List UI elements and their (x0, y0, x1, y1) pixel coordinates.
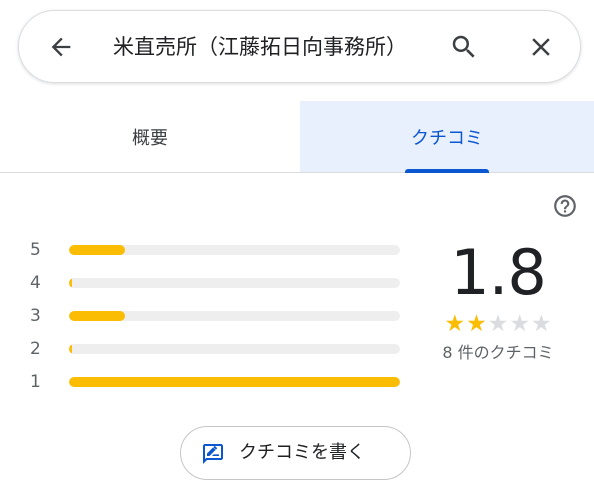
tab-overview[interactable]: 概要 (0, 101, 300, 172)
write-review-label: クチコミを書く (239, 442, 365, 463)
star-filled-icon: ★ (466, 311, 487, 337)
search-icon (452, 35, 475, 58)
histogram-bar (69, 377, 400, 387)
clear-search-button[interactable] (521, 27, 561, 67)
star-empty-icon: ★ (487, 311, 509, 337)
rate-review-icon (203, 444, 223, 464)
star-empty-icon: ★ (530, 311, 552, 337)
help-circle-icon (554, 195, 576, 217)
tab-reviews-label: クチコミ (411, 127, 483, 149)
place-reviews-panel: 米直売所（江藤拓日向事務所） 概要 クチコミ 5 4 3 2 1 1.8 ★ ★… (0, 0, 594, 504)
search-input[interactable]: 米直売所（江藤拓日向事務所） (113, 32, 443, 62)
histogram-track (69, 278, 400, 288)
histogram-track (69, 344, 400, 354)
histogram-star-label: 5 (30, 240, 41, 260)
histogram-star-label: 4 (30, 273, 41, 293)
arrow-back-icon (51, 37, 71, 57)
histogram-bar (69, 311, 125, 321)
back-button[interactable] (41, 27, 81, 67)
histogram-star-label: 2 (30, 339, 41, 359)
histogram-track (69, 377, 400, 387)
review-count: 8 件のクチコミ (442, 343, 554, 362)
write-review-button[interactable]: クチコミを書く (180, 426, 411, 480)
tab-bar: 概要 クチコミ (0, 101, 594, 173)
histogram-star-label: 3 (30, 306, 41, 326)
tab-overview-label: 概要 (132, 127, 168, 149)
histogram-bar (69, 344, 72, 354)
search-button[interactable] (444, 27, 484, 67)
star-empty-icon: ★ (509, 311, 530, 337)
histogram-track (69, 311, 400, 321)
search-bar: 米直売所（江藤拓日向事務所） (18, 10, 581, 83)
star-rating: ★ ★ ★ ★ ★ (438, 312, 558, 336)
close-icon (532, 38, 550, 56)
tab-reviews[interactable]: クチコミ (300, 101, 594, 172)
histogram-track (69, 245, 400, 255)
histogram-star-label: 1 (30, 372, 41, 392)
histogram-bar (69, 278, 72, 288)
average-rating: 1.8 (450, 236, 547, 309)
histogram-bar (69, 245, 125, 255)
star-filled-icon: ★ (444, 311, 466, 337)
active-tab-indicator (405, 169, 489, 173)
rating-help-button[interactable] (551, 192, 579, 220)
